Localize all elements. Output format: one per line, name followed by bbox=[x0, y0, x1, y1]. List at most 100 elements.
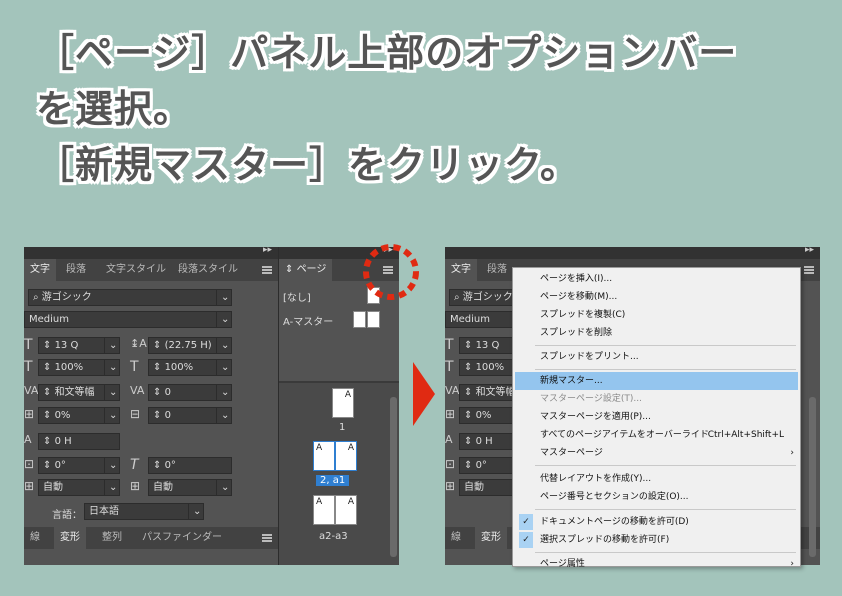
tab-pages-label: ページ bbox=[296, 264, 327, 275]
language-dropdown[interactable]: ⌄ bbox=[188, 503, 204, 520]
character-tab-bar: 文字 段落 文字スタイル 段落スタイル bbox=[24, 259, 278, 281]
tab-pathfinder[interactable]: パスファインダー bbox=[136, 527, 228, 549]
kerning-dropdown[interactable]: ⌄ bbox=[104, 384, 120, 401]
tracking-dropdown[interactable]: ⌄ bbox=[216, 384, 232, 401]
headline-line-3: ［新規マスター］をクリック。 bbox=[36, 143, 579, 187]
right-tab-character[interactable]: 文字 bbox=[445, 259, 477, 281]
right-tab-paragraph[interactable]: 段落 bbox=[481, 259, 513, 281]
tsume-value: 0% bbox=[54, 410, 71, 421]
menu-duplicate-spread[interactable]: スプレッドを複製(C) bbox=[513, 306, 800, 324]
spread-3-label: a2-a3 bbox=[319, 531, 348, 542]
menu-allow-spread-shuffle[interactable]: ✓ 選択スプレッドの移動を許可(F) bbox=[513, 531, 800, 549]
right-tab-paragraph-label: 段落 bbox=[487, 264, 507, 275]
tab-pages[interactable]: ⇕ ページ bbox=[279, 259, 333, 281]
right-tab-stroke[interactable]: 線 bbox=[445, 527, 467, 549]
right-font-style-value: Medium bbox=[450, 314, 490, 325]
language-value: 日本語 bbox=[89, 506, 119, 517]
right-search-icon: ⌕ bbox=[454, 292, 463, 303]
tab-paragraph-style[interactable]: 段落スタイル bbox=[172, 259, 244, 281]
tab-paragraph[interactable]: 段落 bbox=[60, 259, 92, 281]
right-kerning-icon: VA bbox=[445, 384, 460, 397]
font-style-dropdown[interactable]: ⌄ bbox=[216, 311, 232, 328]
rotation-dropdown[interactable]: ⌄ bbox=[104, 457, 120, 474]
panel-menu-icon[interactable] bbox=[262, 266, 272, 274]
leading-dropdown[interactable]: ⌄ bbox=[216, 337, 232, 354]
menu-allow-doc-pages-shuffle[interactable]: ✓ ドキュメントページの移動を許可(D) bbox=[513, 513, 800, 531]
vertical-scale-dropdown[interactable]: ⌄ bbox=[104, 359, 120, 376]
right-baseline-shift-icon: A bbox=[445, 433, 453, 446]
language-field[interactable]: 日本語 bbox=[84, 503, 204, 520]
tab-character-style[interactable]: 文字スタイル bbox=[100, 259, 172, 281]
tab-align-label: 整列 bbox=[102, 532, 122, 543]
menu-page-attributes[interactable]: ページ属性 › bbox=[513, 555, 800, 573]
menu-allow-spread-shuffle-label: 選択スプレッドの移動を許可(F) bbox=[540, 535, 670, 545]
kerning-value: 和文等幅 bbox=[54, 387, 95, 398]
tab-stroke[interactable]: 線 bbox=[24, 527, 46, 549]
aki-dropdown[interactable]: ⌄ bbox=[216, 407, 232, 424]
baseline-shift-value: 0 H bbox=[54, 436, 72, 447]
menu-numbering-section[interactable]: ページ番号とセクションの設定(O)... bbox=[513, 488, 800, 506]
language-label: 言語： bbox=[52, 510, 82, 521]
a-master-thumb-left[interactable] bbox=[353, 311, 366, 328]
spread-3-right-letter: A bbox=[347, 497, 354, 507]
skew-icon: T bbox=[130, 457, 139, 473]
menu-create-alt-layout-label: 代替レイアウトを作成(Y)... bbox=[540, 474, 652, 484]
leading-value: (22.75 H) bbox=[164, 340, 212, 351]
tab-transform[interactable]: 変形 bbox=[54, 527, 86, 549]
panel-top-strip: ▸▸ bbox=[24, 247, 278, 259]
right-tab-transform[interactable]: 変形 bbox=[475, 527, 507, 549]
pages-scrollbar[interactable] bbox=[390, 397, 397, 557]
headline-line-2: を選択。 bbox=[36, 87, 193, 131]
menu-insert-pages-label: ページを挿入(I)... bbox=[540, 274, 613, 284]
menu-create-alt-layout[interactable]: 代替レイアウトを作成(Y)... bbox=[513, 470, 800, 488]
pages-tab-arrows-icon: ⇕ bbox=[285, 264, 297, 275]
auto-dropdown-1[interactable]: ⌄ bbox=[104, 479, 120, 496]
collapse-icon[interactable]: ▸▸ bbox=[263, 247, 272, 255]
menu-new-master[interactable]: 新規マスター... bbox=[515, 372, 798, 390]
vertical-scale-value: 100% bbox=[54, 362, 84, 373]
tab-align[interactable]: 整列 bbox=[96, 527, 128, 549]
highlight-circle bbox=[363, 244, 419, 300]
skew-field[interactable]: ⇕ 0° bbox=[148, 457, 232, 474]
a-master-thumb-right[interactable] bbox=[367, 311, 380, 328]
submenu-arrow-icon: › bbox=[790, 448, 794, 458]
right-tsume-icon: ⊞ bbox=[445, 407, 456, 421]
search-icon: ⌕ bbox=[33, 292, 42, 303]
menu-delete-spread[interactable]: スプレッドを削除 bbox=[513, 324, 800, 342]
right-collapse-icon[interactable]: ▸▸ bbox=[805, 247, 814, 255]
menu-insert-pages[interactable]: ページを挿入(I)... bbox=[513, 270, 800, 288]
spread-3-left-thumb[interactable]: A bbox=[313, 495, 335, 525]
character-panel: ▸▸ 文字 段落 文字スタイル 段落スタイル ⌕ 游ゴシック ⌄ Medium … bbox=[24, 247, 278, 565]
tracking-value: 0 bbox=[164, 387, 171, 398]
bottom-panel-menu-icon[interactable] bbox=[262, 534, 272, 542]
menu-separator-5 bbox=[535, 552, 796, 553]
auto-dropdown-2[interactable]: ⌄ bbox=[216, 479, 232, 496]
font-style-field[interactable]: Medium bbox=[24, 311, 232, 328]
page-1-thumb[interactable]: A bbox=[332, 388, 354, 418]
menu-apply-master[interactable]: マスターページを適用(P)... bbox=[513, 408, 800, 426]
font-family-field[interactable]: ⌕ 游ゴシック bbox=[28, 289, 232, 306]
menu-move-pages[interactable]: ページを移動(M)... bbox=[513, 288, 800, 306]
menu-master-pages[interactable]: マスターページ › bbox=[513, 444, 800, 462]
tsume-dropdown[interactable]: ⌄ bbox=[104, 407, 120, 424]
right-tsume-value: 0% bbox=[475, 410, 492, 421]
baseline-shift-field[interactable]: ⇕ 0 H bbox=[38, 433, 120, 450]
menu-print-spread[interactable]: スプレッドをプリント... bbox=[513, 348, 800, 366]
right-tab-stroke-label: 線 bbox=[451, 532, 461, 543]
right-pages-scrollbar[interactable] bbox=[809, 397, 816, 557]
page-1-master-letter: A bbox=[344, 390, 351, 400]
spread-3-right-thumb[interactable]: A bbox=[335, 495, 357, 525]
spread-2-right-thumb[interactable]: A bbox=[335, 441, 357, 471]
menu-master-options[interactable]: マスターページ設定(T)... bbox=[513, 390, 800, 408]
tab-character-style-label: 文字スタイル bbox=[106, 264, 166, 275]
font-size-dropdown[interactable]: ⌄ bbox=[104, 337, 120, 354]
font-family-dropdown[interactable]: ⌄ bbox=[216, 289, 232, 306]
spread-2-left-letter: A bbox=[316, 443, 323, 453]
tab-character[interactable]: 文字 bbox=[24, 259, 56, 281]
horizontal-scale-dropdown[interactable]: ⌄ bbox=[216, 359, 232, 376]
spread-2-label[interactable]: 2, a1 bbox=[316, 475, 350, 486]
right-rotation-icon: ⊡ bbox=[445, 457, 456, 471]
right-panel-menu-icon[interactable] bbox=[804, 266, 814, 274]
spread-2-left-thumb[interactable]: A bbox=[313, 441, 335, 471]
menu-override-all[interactable]: すべてのページアイテムをオーバーライド Ctrl+Alt+Shift+L bbox=[513, 426, 800, 444]
